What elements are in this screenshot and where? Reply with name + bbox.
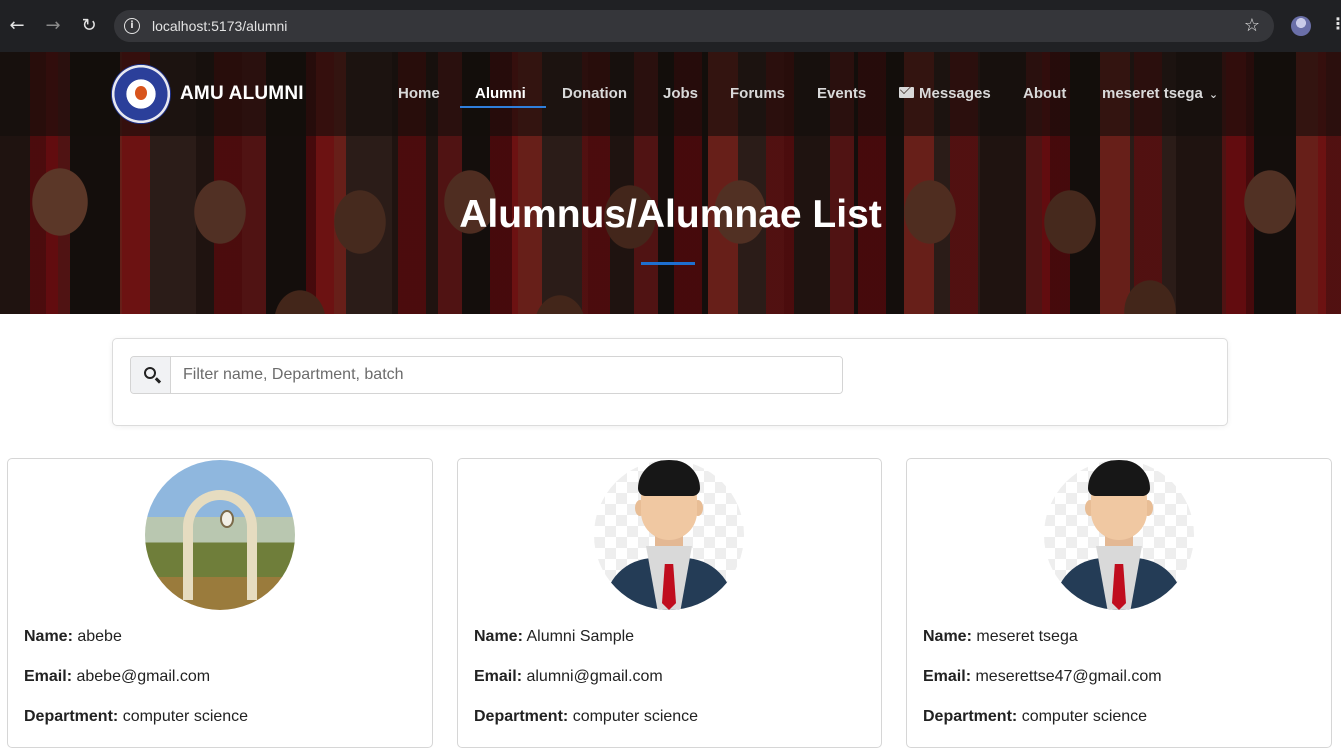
profile-avatar-icon[interactable] [1291,16,1311,36]
user-menu-label: meseret tsega [1102,85,1203,102]
brand-name[interactable]: AMU ALUMNI [180,83,304,105]
alumni-email: Email: abebe@gmail.com [24,668,211,685]
page-title: Alumnus/Alumnae List [459,193,882,236]
default-avatar [594,460,744,610]
alumni-name: Name: abebe [24,628,122,645]
back-icon[interactable]: ← [6,15,28,37]
address-bar[interactable]: i localhost:5173/alumni ☆ [114,10,1274,42]
user-menu[interactable]: meseret tsega ⌄ [1102,85,1218,102]
envelope-icon [899,87,914,98]
nav-about[interactable]: About [1023,85,1066,102]
nav-donation[interactable]: Donation [562,85,627,102]
alumni-department: Department: computer science [24,708,249,725]
url-text[interactable]: localhost:5173/alumni [152,18,287,34]
default-avatar [1044,460,1194,610]
search-icon [144,367,156,379]
search-addon [131,357,171,393]
nav-events[interactable]: Events [817,85,866,102]
nav-jobs[interactable]: Jobs [663,85,698,102]
nav-messages[interactable]: Messages [899,85,991,102]
university-logo-icon[interactable] [111,64,171,124]
nav-forums[interactable]: Forums [730,85,785,102]
bookmark-star-icon[interactable]: ☆ [1244,15,1260,36]
filter-card [112,338,1228,426]
forward-icon[interactable]: → [42,15,64,37]
search-input[interactable] [172,357,842,393]
title-underline [641,262,695,265]
alumni-name: Name: meseret tsega [923,628,1078,645]
alumni-department: Department: computer science [474,708,699,725]
active-nav-indicator [460,106,546,108]
nav-home[interactable]: Home [398,85,440,102]
alumni-card: Name: Alumni Sample Email: alumni@gmail.… [457,458,882,748]
alumni-department: Department: computer science [923,708,1148,725]
alumni-name: Name: Alumni Sample [474,628,635,645]
clock-icon [220,510,234,528]
alumni-email: Email: alumni@gmail.com [474,668,663,685]
browser-menu-icon[interactable]: ⋮ [1330,14,1341,33]
alumni-email: Email: meserettse47@gmail.com [923,668,1162,685]
site-navbar: AMU ALUMNI Home Alumni Donation Jobs For… [0,52,1341,136]
search-group [130,356,843,394]
alumni-card: Name: abebe Email: abebe@gmail.com Depar… [7,458,433,748]
alumni-card: Name: meseret tsega Email: meserettse47@… [906,458,1332,748]
chevron-down-icon: ⌄ [1208,88,1219,101]
nav-alumni[interactable]: Alumni [475,85,526,102]
reload-icon[interactable]: ↻ [78,15,100,37]
browser-toolbar: ← → ↻ i localhost:5173/alumni ☆ ⋮ [0,0,1341,52]
site-info-icon[interactable]: i [124,18,140,34]
nav-messages-label: Messages [919,85,991,102]
alumni-photo [145,460,295,610]
